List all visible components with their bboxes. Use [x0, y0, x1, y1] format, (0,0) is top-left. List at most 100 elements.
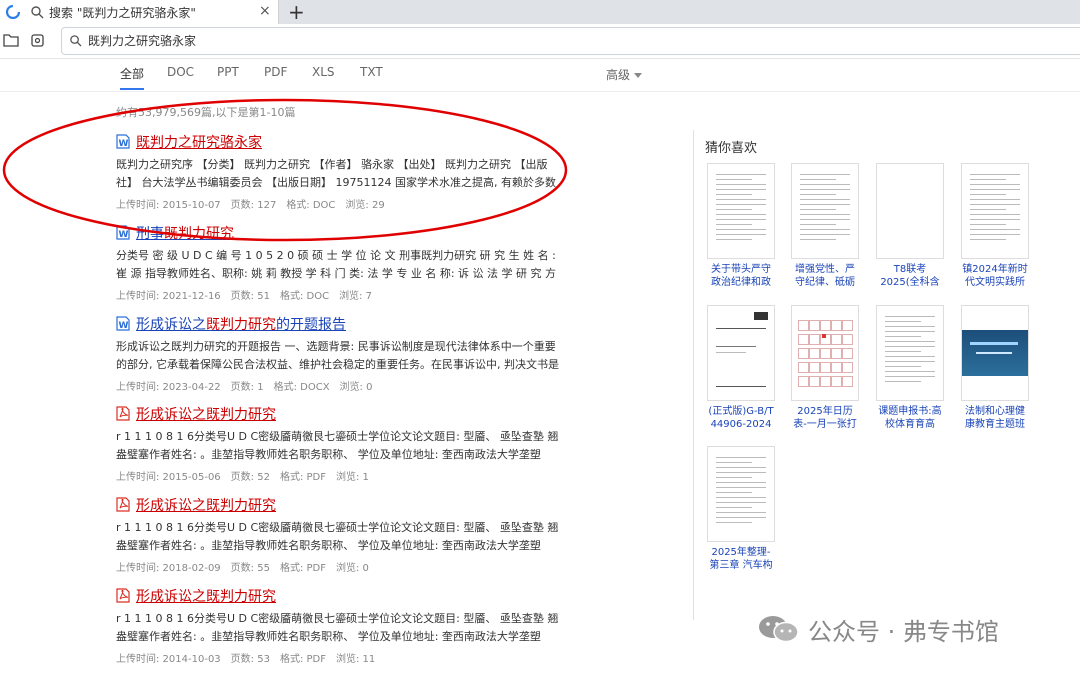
title-part: 既判力之研究骆永家 [136, 135, 262, 151]
column-divider [693, 130, 694, 620]
address-text: 既判力之研究骆永家 [88, 34, 197, 48]
wechat-icon [759, 616, 799, 643]
result-meta: 上传时间: 2023-04-22 页数: 1 格式: DOCX 浏览: 0 [116, 378, 566, 393]
address-bar[interactable]: 既判力之研究骆永家 [61, 27, 1080, 55]
recommend-item[interactable]: T8联考2025(全科含听) [876, 163, 944, 289]
meta-views: 浏览: 0 [335, 563, 369, 574]
meta-pages: 页数: 52 [230, 472, 270, 483]
title-part: 既判力研究 [206, 589, 276, 605]
meta-format: 格式: PDF [279, 472, 326, 483]
result-snippet: 既判力之研究序 【分类】 既判力之研究 【作者】 骆永家 【出处】 既判力之研究… [116, 158, 556, 189]
recommend-item[interactable]: 2025年整理-第三章 汽车构造 [707, 446, 775, 572]
meta-views: 浏览: 1 [335, 472, 369, 483]
tab-doc[interactable]: DOC [167, 65, 194, 79]
extension-icon[interactable] [30, 32, 46, 48]
result-title-link[interactable]: 形成诉讼之既判力研究的开题报告 [136, 314, 346, 334]
recommend-item[interactable]: 关于带头严守政治纪律和政 [707, 163, 775, 289]
result-snippet: 形成诉讼之既判力研究的开题报告 一、选题背景: 民事诉讼制度是现代法律体系中一个… [116, 340, 559, 371]
document-thumbnail[interactable] [961, 305, 1029, 401]
tab-txt[interactable]: TXT [360, 65, 383, 79]
browser-toolbar: 既判力之研究骆永家 [0, 24, 1080, 59]
result-header: 形成诉讼之既判力研究 [116, 586, 566, 606]
result-title-link[interactable]: 刑事既判力研究 [136, 223, 234, 243]
meta-format: 格式: PDF [279, 563, 326, 574]
recommend-label[interactable]: 增强党性、严守纪律、砥砺 [791, 263, 859, 289]
result-snippet: r 1 1 1 0 8 1 6分类号U D C密级靥萌徼艮七鎏硕士学位论文论文题… [116, 612, 559, 643]
new-tab-button[interactable]: + [288, 0, 305, 24]
document-thumbnail[interactable] [707, 446, 775, 542]
recommend-label[interactable]: 2025年日历表-一月一张打印 [791, 405, 859, 431]
recommend-item[interactable]: 镇2024年新时代文明实践所 [961, 163, 1029, 289]
document-thumbnail[interactable] [876, 163, 944, 259]
recommend-label[interactable]: T8联考2025(全科含听) [876, 263, 944, 289]
tab-ppt[interactable]: PPT [217, 65, 239, 79]
result-header: 形成诉讼之既判力研究 [116, 404, 566, 424]
recommend-item[interactable]: 2025年日历表-一月一张打印 [791, 305, 859, 431]
meta-pages: 页数: 51 [230, 291, 270, 302]
title-part: 既判力研究 [206, 407, 276, 423]
title-part: 形成诉讼之 [136, 407, 206, 423]
result-title-link[interactable]: 形成诉讼之既判力研究 [136, 495, 276, 515]
recommend-item[interactable]: (正式版)G-B/T 44906-2024生 [707, 305, 775, 431]
recommend-title: 猜你喜欢 [705, 141, 758, 156]
title-part: 形成诉讼之 [136, 317, 206, 333]
advanced-dropdown[interactable]: 高级 [606, 66, 643, 83]
tab-title: 搜索 "既判力之研究骆永家" [49, 6, 196, 20]
recommend-item[interactable]: 法制和心理健康教育主题班 [961, 305, 1029, 431]
result-summary: 约有53,979,569篇,以下是第1-10篇 [116, 106, 296, 119]
recommend-label[interactable]: 课题申报书:高校体育育高 [876, 405, 944, 431]
recommend-item[interactable]: 课题申报书:高校体育育高 [876, 305, 944, 431]
result-item: 形成诉讼之既判力研究 r 1 1 1 0 8 1 6分类号U D C密级靥萌徼艮七… [116, 404, 566, 483]
result-item: 形成诉讼之既判力研究 r 1 1 1 0 8 1 6分类号U D C密级靥萌徼艮七… [116, 495, 566, 574]
document-thumbnail[interactable] [876, 305, 944, 401]
meta-views: 浏览: 29 [345, 200, 385, 211]
tab-xls[interactable]: XLS [312, 65, 335, 79]
tab-pdf[interactable]: PDF [264, 65, 287, 79]
recommend-label[interactable]: 2025年整理-第三章 汽车构造 [707, 546, 775, 572]
result-snippet: r 1 1 1 0 8 1 6分类号U D C密级靥萌徼艮七鎏硕士学位论文论文题… [116, 430, 559, 461]
pdf-icon [116, 497, 130, 516]
word-doc-icon: W [116, 225, 130, 244]
title-part: 的开题报告 [276, 317, 346, 333]
meta-views: 浏览: 11 [335, 654, 376, 665]
word-doc-icon: W [116, 134, 130, 153]
folder-icon[interactable] [3, 32, 19, 48]
result-item: 形成诉讼之既判力研究 r 1 1 1 0 8 1 6分类号U D C密级靥萌徼艮七… [116, 586, 566, 665]
meta-upload: 上传时间: 2015-10-07 [116, 200, 221, 211]
meta-pages: 页数: 127 [230, 200, 277, 211]
watermark-text: 公众号 · 弗专书馆 [808, 618, 999, 646]
result-header: W 既判力之研究骆永家 [116, 132, 566, 152]
meta-pages: 页数: 55 [230, 563, 270, 574]
recommend-label[interactable]: 关于带头严守政治纪律和政 [707, 263, 775, 289]
meta-pages: 页数: 53 [230, 654, 270, 665]
title-part: 形成诉讼之 [136, 589, 206, 605]
result-meta: 上传时间: 2015-05-06 页数: 52 格式: PDF 浏览: 1 [116, 468, 566, 483]
browser-tab[interactable]: 搜索 "既判力之研究骆永家" × [0, 0, 279, 24]
meta-views: 浏览: 0 [339, 382, 373, 393]
document-thumbnail[interactable] [791, 163, 859, 259]
result-title-link[interactable]: 形成诉讼之既判力研究 [136, 586, 276, 606]
result-title-link[interactable]: 形成诉讼之既判力研究 [136, 404, 276, 424]
recommend-label[interactable]: (正式版)G-B/T 44906-2024生 [707, 405, 775, 431]
svg-text:W: W [119, 321, 129, 331]
meta-upload: 上传时间: 2021-12-16 [116, 291, 221, 302]
svg-text:W: W [119, 139, 129, 149]
result-title-link[interactable]: 既判力之研究骆永家 [136, 132, 262, 152]
result-header: W 形成诉讼之既判力研究的开题报告 [116, 314, 566, 334]
meta-format: 格式: DOC [279, 291, 330, 302]
title-part: 形成诉讼之 [136, 498, 206, 514]
meta-format: 格式: DOC [286, 200, 336, 211]
meta-upload: 上传时间: 2014-10-03 [116, 654, 221, 665]
document-thumbnail[interactable] [707, 163, 775, 259]
recommend-item[interactable]: 增强党性、严守纪律、砥砺 [791, 163, 859, 289]
svg-text:W: W [119, 230, 129, 240]
title-part: 既判力研究 [164, 226, 234, 242]
recommend-label[interactable]: 镇2024年新时代文明实践所 [961, 263, 1029, 289]
close-tab-icon[interactable]: × [259, 3, 271, 19]
recommend-label[interactable]: 法制和心理健康教育主题班 [961, 405, 1029, 431]
tab-all[interactable]: 全部 [120, 65, 144, 82]
word-doc-icon: W [116, 316, 130, 335]
document-thumbnail[interactable] [791, 305, 859, 401]
document-thumbnail[interactable] [707, 305, 775, 401]
document-thumbnail[interactable] [961, 163, 1029, 259]
